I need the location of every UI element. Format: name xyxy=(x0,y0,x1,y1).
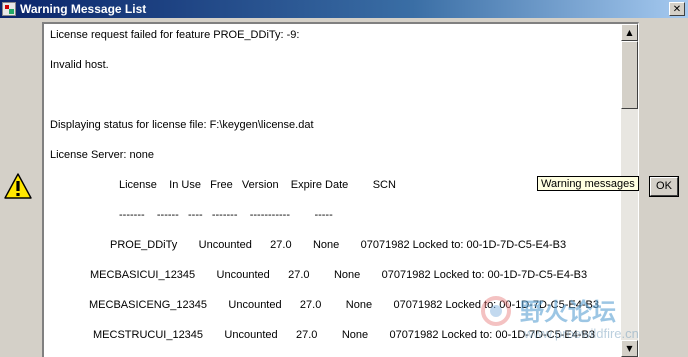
scroll-up-button[interactable]: ▲ xyxy=(621,24,638,41)
message-content: License request failed for feature PROE_… xyxy=(44,24,622,357)
tooltip: Warning messages xyxy=(537,176,639,191)
close-button[interactable]: ✕ xyxy=(669,2,685,16)
license-row: MECBASICUI_12345 Uncounted 27.0 None 070… xyxy=(90,269,588,281)
message-line: License Server: none xyxy=(50,149,154,161)
message-line: License request failed for feature PROE_… xyxy=(50,29,300,41)
ok-button[interactable]: OK xyxy=(649,176,679,197)
license-row: MECBASICENG_12345 Uncounted 27.0 None 07… xyxy=(89,299,599,311)
message-line: Invalid host. xyxy=(50,59,109,71)
app-icon xyxy=(2,2,16,16)
table-separator-line: ------- ------ ---- ------- ----------- … xyxy=(119,209,333,221)
table-header-line: License In Use Free Version Expire Date … xyxy=(119,179,396,191)
warning-icon xyxy=(4,173,32,199)
window-title: Warning Message List xyxy=(20,2,147,16)
title-bar[interactable]: Warning Message List ✕ xyxy=(0,0,688,18)
license-row: MECSTRUCUI_12345 Uncounted 27.0 None 070… xyxy=(93,329,595,341)
message-line: Displaying status for license file: F:\k… xyxy=(50,119,314,131)
scroll-down-button[interactable]: ▼ xyxy=(621,340,638,357)
license-row: PROE_DDiTy Uncounted 27.0 None 07071982 … xyxy=(110,239,567,251)
scroll-thumb[interactable] xyxy=(621,41,638,109)
